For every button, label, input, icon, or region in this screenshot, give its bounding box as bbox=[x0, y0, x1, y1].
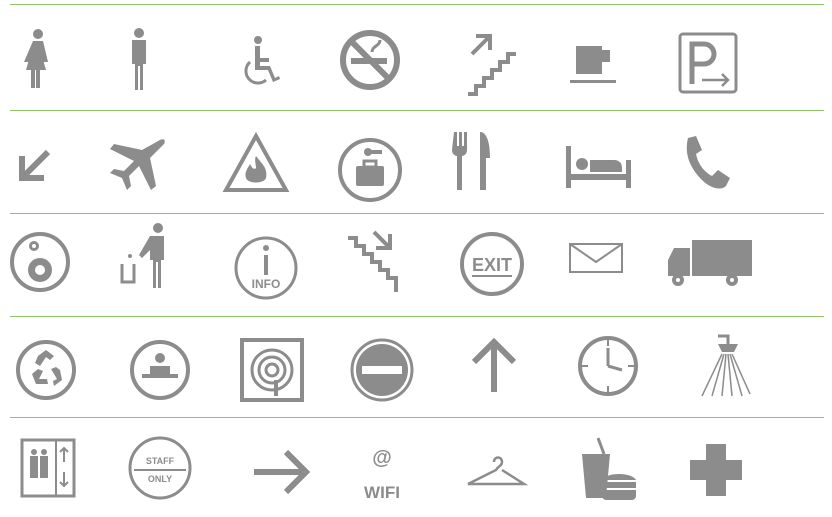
no-entry-icon bbox=[346, 334, 418, 406]
info-icon: INFO bbox=[230, 232, 302, 304]
info-label: INFO bbox=[252, 277, 281, 291]
mail-icon bbox=[560, 222, 632, 294]
divider-line bbox=[10, 417, 824, 418]
telephone-icon bbox=[670, 130, 742, 202]
trash-bin-person-icon bbox=[108, 220, 180, 292]
first-aid-cross-icon bbox=[680, 434, 752, 506]
truck-icon bbox=[664, 226, 752, 298]
restaurant-icon bbox=[440, 122, 512, 194]
fire-hose-icon bbox=[236, 334, 308, 406]
male-person-icon bbox=[103, 24, 175, 96]
parking-icon bbox=[672, 28, 744, 100]
wifi-label: WIFI bbox=[364, 483, 400, 502]
airplane-icon bbox=[102, 130, 174, 202]
coat-hanger-icon bbox=[460, 438, 532, 510]
recycle-icon bbox=[10, 334, 82, 406]
staff-label: STAFF bbox=[146, 456, 175, 466]
elevator-icon bbox=[12, 432, 84, 504]
gear-settings-icon bbox=[4, 226, 76, 298]
coffee-cup-icon bbox=[560, 28, 632, 100]
exit-icon: EXIT bbox=[456, 228, 528, 300]
luggage-storage-icon bbox=[334, 134, 406, 206]
stairs-down-icon bbox=[344, 226, 416, 298]
arrow-right-icon bbox=[246, 436, 318, 508]
wifi-at-symbol: @ bbox=[372, 447, 392, 469]
bed-hotel-icon bbox=[560, 130, 632, 202]
no-smoking-icon bbox=[334, 24, 406, 96]
flammable-warning-icon bbox=[220, 128, 292, 200]
wheelchair-icon bbox=[224, 32, 296, 104]
wifi-icon: @ WIFI bbox=[346, 434, 418, 506]
divider-line bbox=[10, 213, 824, 214]
female-person-icon bbox=[2, 24, 74, 96]
staff-only-icon: STAFF ONLY bbox=[124, 432, 196, 504]
clock-icon bbox=[572, 330, 644, 402]
exit-label: EXIT bbox=[472, 255, 512, 275]
only-label: ONLY bbox=[148, 474, 172, 484]
divider-line bbox=[10, 110, 824, 111]
divider-line bbox=[10, 4, 824, 5]
reception-desk-icon bbox=[124, 334, 196, 406]
arrow-down-left-icon bbox=[4, 128, 76, 200]
stairs-up-icon bbox=[458, 28, 530, 100]
arrow-up-icon bbox=[458, 330, 530, 402]
divider-line bbox=[10, 316, 824, 317]
shower-icon bbox=[688, 330, 760, 402]
fast-food-icon bbox=[572, 434, 644, 506]
